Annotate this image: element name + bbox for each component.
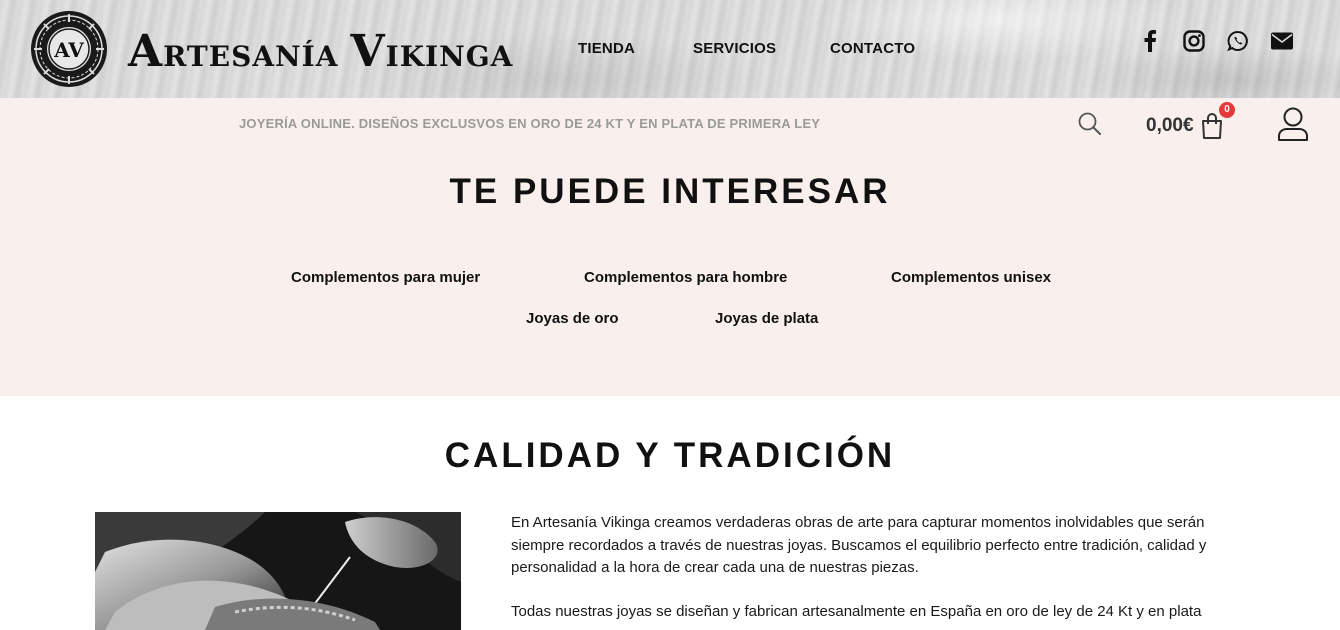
facebook-icon[interactable]	[1137, 28, 1163, 54]
brand-initial-v: V	[350, 26, 386, 77]
link-complementos-mujer[interactable]: Complementos para mujer	[291, 269, 480, 286]
brand-initial-a: A	[128, 26, 164, 77]
brand-word-artesania: RTESANÍA	[163, 40, 339, 73]
search-icon[interactable]	[1077, 111, 1103, 137]
account-user-icon[interactable]	[1276, 106, 1310, 142]
logo-medallion-icon[interactable]: AV	[30, 10, 108, 88]
email-icon[interactable]	[1269, 28, 1295, 54]
brand-word-vikinga: IKINGA	[385, 40, 514, 73]
store-tagline: JOYERÍA ONLINE. DISEÑOS EXCLUSVOS EN ORO…	[239, 116, 821, 131]
interest-band	[0, 98, 1340, 396]
cart-button[interactable]: 0,00€	[1146, 112, 1224, 140]
link-complementos-unisex[interactable]: Complementos unisex	[891, 269, 1051, 286]
brand-wordmark[interactable]: A RTESANÍA V IKINGA	[128, 18, 513, 74]
nav-servicios[interactable]: SERVICIOS	[693, 40, 776, 57]
interest-heading: TE PUEDE INTERESAR	[449, 172, 891, 211]
link-joyas-plata[interactable]: Joyas de plata	[715, 310, 818, 327]
nav-contacto[interactable]: CONTACTO	[830, 40, 915, 57]
whatsapp-icon[interactable]	[1225, 28, 1251, 54]
cart-total: 0,00€	[1146, 115, 1194, 136]
link-complementos-hombre[interactable]: Complementos para hombre	[584, 269, 787, 286]
instagram-icon[interactable]	[1181, 28, 1207, 54]
quality-heading: CALIDAD Y TRADICIÓN	[444, 436, 896, 475]
link-joyas-oro[interactable]: Joyas de oro	[526, 310, 619, 327]
craftsman-photo	[95, 512, 461, 630]
site-header: AV A RTESANÍA V IKINGA TIENDA SERVICIOS …	[0, 0, 1340, 98]
quality-paragraph-2: Todas nuestras joyas se diseñan y fabric…	[511, 603, 1202, 620]
quality-paragraph-1: En Artesanía Vikinga creamos verdaderas …	[511, 514, 1207, 576]
shopping-bag-icon	[1200, 112, 1224, 140]
logo-monogram: AV	[53, 38, 84, 62]
cart-count-badge: 0	[1219, 102, 1235, 118]
nav-tienda[interactable]: TIENDA	[578, 40, 635, 57]
